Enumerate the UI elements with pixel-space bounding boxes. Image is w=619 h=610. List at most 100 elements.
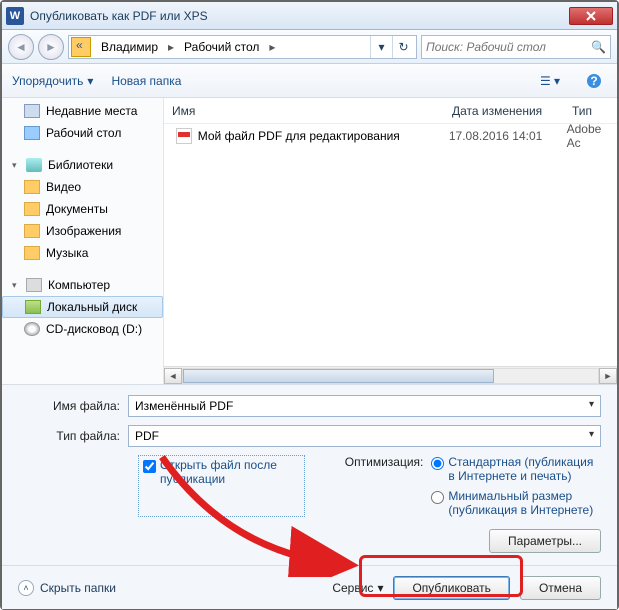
view-menu[interactable]: ☰ ▾	[537, 70, 563, 92]
radio-standard-label: Стандартная (публикация в Интернете и пе…	[448, 455, 601, 483]
libraries-icon	[26, 158, 42, 172]
close-button[interactable]	[569, 7, 613, 25]
main-area: Недавние места Рабочий стол ▾Библиотеки …	[2, 98, 617, 384]
refresh-button[interactable]: ↻	[392, 36, 414, 58]
filename-input[interactable]: Изменённый PDF	[128, 395, 601, 417]
sidebar-item-label: Компьютер	[48, 278, 110, 292]
scroll-thumb[interactable]	[183, 369, 494, 383]
computer-icon	[26, 278, 42, 292]
sidebar-item-music[interactable]: Музыка	[2, 242, 163, 264]
radio-minimal-input[interactable]	[431, 491, 444, 504]
file-date: 17.08.2016 14:01	[449, 129, 567, 143]
pdf-icon	[176, 128, 192, 144]
column-type[interactable]: Тип	[564, 104, 617, 118]
column-headers: Имя Дата изменения Тип	[164, 98, 617, 124]
filetype-label: Тип файла:	[18, 429, 128, 443]
help-icon: ?	[586, 73, 602, 89]
search-icon: 🔍	[591, 40, 606, 54]
new-folder-button[interactable]: Новая папка	[111, 74, 181, 88]
chevron-right-icon: ▸	[164, 40, 178, 54]
scroll-track[interactable]	[182, 368, 599, 384]
sidebar-item-libraries[interactable]: ▾Библиотеки	[2, 154, 163, 176]
chevron-down-icon: ▾	[377, 581, 383, 595]
breadcrumb-part[interactable]: Владимир	[95, 40, 164, 54]
cancel-button[interactable]: Отмена	[520, 576, 601, 600]
caret-up-icon: ˄	[18, 580, 34, 596]
cd-icon	[24, 322, 40, 336]
filename-value: Изменённый PDF	[135, 399, 233, 413]
forward-button[interactable]: ►	[38, 34, 64, 60]
column-date[interactable]: Дата изменения	[444, 104, 564, 118]
radio-standard-input[interactable]	[431, 457, 444, 470]
footer: ˄ Скрыть папки Сервис ▾ Опубликовать Отм…	[2, 565, 617, 609]
chevron-down-icon: ▾	[87, 74, 93, 88]
save-form: Имя файла: Изменённый PDF Тип файла: PDF…	[2, 384, 617, 565]
sidebar-item-label: Рабочий стол	[46, 126, 121, 140]
organize-label: Упорядочить	[12, 74, 83, 88]
filetype-select[interactable]: PDF	[128, 425, 601, 447]
close-icon	[586, 11, 596, 21]
sidebar-item-desktop[interactable]: Рабочий стол	[2, 122, 163, 144]
disk-icon	[25, 300, 41, 314]
sidebar-item-label: Недавние места	[46, 104, 137, 118]
sidebar-item-label: CD-дисковод (D:)	[46, 322, 142, 336]
radio-standard[interactable]: Стандартная (публикация в Интернете и пе…	[431, 455, 601, 483]
scroll-left-button[interactable]: ◄	[164, 368, 182, 384]
breadcrumb-dropdown[interactable]: ▾	[370, 36, 392, 58]
toolbar: Упорядочить ▾ Новая папка ☰ ▾ ?	[2, 64, 617, 98]
radio-minimal[interactable]: Минимальный размер (публикация в Интерне…	[431, 489, 601, 517]
sidebar-item-video[interactable]: Видео	[2, 176, 163, 198]
sidebar-item-label: Изображения	[46, 224, 121, 238]
expand-icon: ▾	[12, 280, 20, 291]
column-name[interactable]: Имя	[164, 104, 444, 118]
hide-folders-label: Скрыть папки	[40, 581, 116, 595]
horizontal-scrollbar[interactable]: ◄ ►	[164, 366, 617, 384]
search-box[interactable]: 🔍	[421, 35, 611, 59]
open-after-checkbox[interactable]: Открыть файл после публикации	[138, 455, 305, 517]
sidebar-item-label: Библиотеки	[48, 158, 113, 172]
desktop-icon	[24, 126, 40, 140]
sidebar-item-documents[interactable]: Документы	[2, 198, 163, 220]
sidebar-item-label: Музыка	[46, 246, 88, 260]
svg-text:?: ?	[590, 74, 597, 88]
sidebar-item-label: Видео	[46, 180, 81, 194]
video-icon	[24, 180, 40, 194]
file-row[interactable]: Мой файл PDF для редактирования 17.08.20…	[164, 124, 617, 148]
documents-icon	[24, 202, 40, 216]
file-type: Adobe Ac	[567, 122, 617, 150]
help-button[interactable]: ?	[581, 70, 607, 92]
sidebar-item-recent[interactable]: Недавние места	[2, 100, 163, 122]
sidebar-item-cd-drive[interactable]: CD-дисковод (D:)	[2, 318, 163, 340]
radio-minimal-label: Минимальный размер (публикация в Интерне…	[448, 489, 601, 517]
word-icon: W	[6, 7, 24, 25]
sidebar-item-label: Документы	[46, 202, 108, 216]
parameters-button[interactable]: Параметры...	[489, 529, 601, 553]
publish-button[interactable]: Опубликовать	[393, 576, 509, 600]
hide-folders-button[interactable]: ˄ Скрыть папки	[18, 580, 116, 596]
window-title: Опубликовать как PDF или XPS	[30, 9, 569, 23]
breadcrumb-part[interactable]: Рабочий стол	[178, 40, 265, 54]
recent-icon	[24, 104, 40, 118]
sidebar: Недавние места Рабочий стол ▾Библиотеки …	[2, 98, 164, 384]
breadcrumb[interactable]: Владимир ▸ Рабочий стол ▸ ▾ ↻	[68, 35, 417, 59]
open-after-label: Открыть файл после публикации	[160, 458, 300, 486]
optimization-group: Оптимизация: Стандартная (публикация в И…	[345, 455, 601, 517]
search-input[interactable]	[426, 40, 591, 54]
filetype-value: PDF	[135, 429, 159, 443]
sidebar-item-label: Локальный диск	[47, 300, 137, 314]
file-name: Мой файл PDF для редактирования	[198, 129, 449, 143]
organize-menu[interactable]: Упорядочить ▾	[12, 74, 93, 88]
scroll-right-button[interactable]: ►	[599, 368, 617, 384]
open-after-check-input[interactable]	[143, 460, 156, 473]
sidebar-item-local-disk[interactable]: Локальный диск	[2, 296, 163, 318]
navbar: ◄ ► Владимир ▸ Рабочий стол ▸ ▾ ↻ 🔍	[2, 30, 617, 64]
optimization-label: Оптимизация:	[345, 455, 424, 517]
sidebar-item-computer[interactable]: ▾ Компьютер	[2, 274, 163, 296]
filename-label: Имя файла:	[18, 399, 128, 413]
back-button[interactable]: ◄	[8, 34, 34, 60]
titlebar: W Опубликовать как PDF или XPS	[2, 2, 617, 30]
folder-icon	[71, 37, 91, 57]
sidebar-item-images[interactable]: Изображения	[2, 220, 163, 242]
file-pane: Имя Дата изменения Тип Мой файл PDF для …	[164, 98, 617, 384]
service-menu[interactable]: Сервис ▾	[332, 581, 383, 595]
